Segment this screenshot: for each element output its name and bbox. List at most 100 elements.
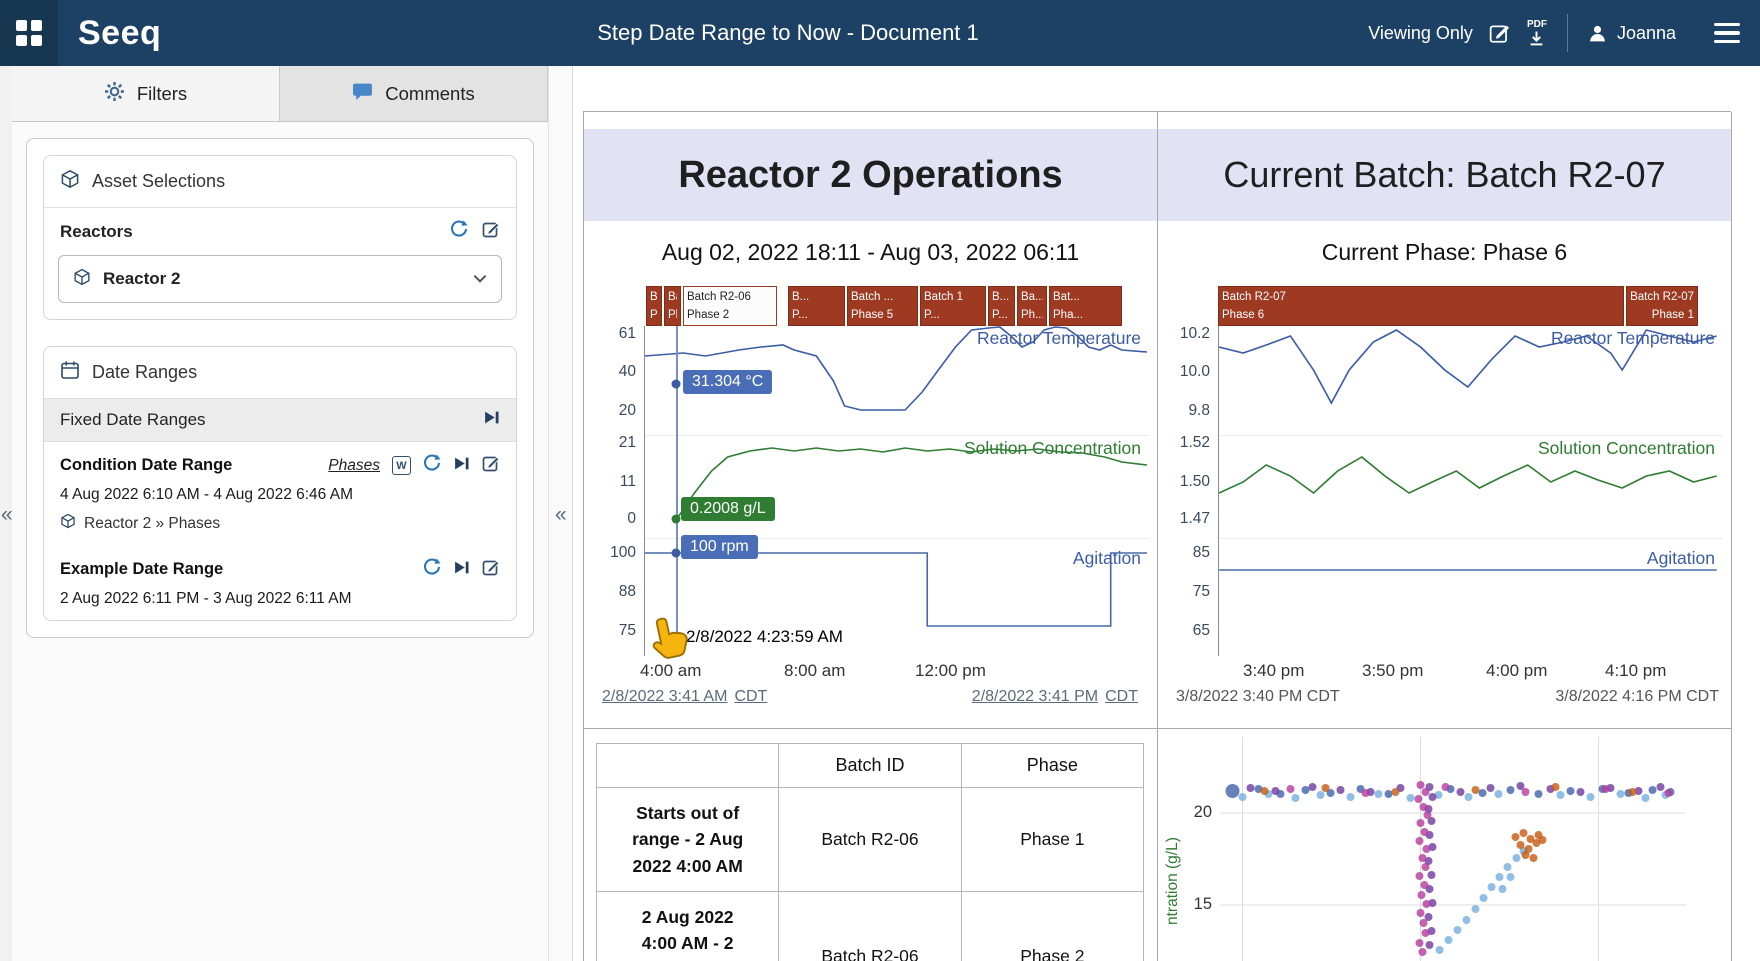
x-axis: 4:00 am 8:00 am 12:00 pm (644, 656, 1149, 684)
batch-capsule: BP (646, 286, 662, 326)
batch-capsule: Batch R2-06Phase 2 (683, 286, 777, 326)
step-to-end-icon[interactable] (483, 409, 500, 431)
asset-selections-card: Asset Selections Reactors (43, 155, 517, 320)
viewing-only-label: Viewing Only (1368, 23, 1473, 44)
fixed-date-ranges-label: Fixed Date Ranges (60, 410, 206, 430)
table-batch-cell: Batch R2-06 (779, 788, 961, 892)
comment-bubble-icon (352, 82, 373, 106)
asset-group-label: Reactors (60, 222, 133, 242)
range-end-label: 3/8/2022 4:16 PM CDT (1555, 688, 1719, 706)
asset-dropdown[interactable]: Reactor 2 (58, 255, 502, 303)
user-menu[interactable]: Joanna (1588, 23, 1676, 44)
tab-comments[interactable]: Comments (280, 66, 548, 121)
range-start-link[interactable]: 2/8/2022 3:41 AM (602, 688, 727, 705)
date-range-value: 2 Aug 2022 6:11 PM - 3 Aug 2022 6:11 AM (60, 590, 500, 608)
edit-icon[interactable] (482, 454, 500, 477)
tab-filters-label: Filters (137, 83, 187, 105)
timezone-link[interactable]: CDT (734, 688, 767, 705)
table-phase-cell: Phase 1 (961, 788, 1143, 892)
batch-capsule: BaPh (664, 286, 681, 326)
cursor-point (672, 549, 681, 558)
phases-link[interactable]: Phases (328, 457, 380, 475)
cell-reactor-operations: Reactor 2 Operations Aug 02, 2022 18:11 … (584, 112, 1158, 729)
right-section-title: Current Batch: Batch R2-07 (1223, 154, 1665, 196)
trend-chart-right[interactable]: Batch R2-07Phase 6Batch R2-07Phase 1 10.… (1170, 286, 1723, 706)
table-header-row: Batch ID Phase (597, 744, 1144, 788)
asset-selections-title: Asset Selections (92, 171, 225, 192)
filters-panel: Asset Selections Reactors (26, 138, 534, 638)
worksheet-badge-icon[interactable]: W (392, 456, 411, 475)
sidebar-collapse-icon[interactable]: « (555, 504, 567, 525)
fixed-date-ranges-header: Fixed Date Ranges (44, 398, 516, 442)
collapse-left-icon[interactable]: « (1, 504, 13, 525)
concentration-line (1219, 457, 1717, 493)
chevron-down-icon (473, 270, 487, 288)
capsule-lane[interactable]: BPBaPhBatch R2-06Phase 2B...P...Batch ..… (644, 286, 1149, 326)
y-axis: 61 40 20 21 11 0 100 88 75 (596, 326, 644, 656)
concentration-series-label: Solution Concentration (1538, 438, 1715, 459)
table-header-cell: Phase (961, 744, 1143, 788)
batch-capsule: Batch 1P... (920, 286, 986, 326)
top-bar: Seeq Step Date Range to Now - Document 1… (0, 0, 1760, 66)
agitation-line (645, 553, 1147, 626)
temperature-series-label: Reactor Temperature (977, 328, 1141, 349)
user-icon (1588, 24, 1607, 43)
concentration-tooltip: 0.2008 g/L (681, 497, 775, 521)
cube-icon (73, 268, 91, 291)
plot-area[interactable]: Reactor Temperature Solution Concentrati… (1218, 326, 1723, 656)
document-area: Reactor 2 Operations Aug 02, 2022 18:11 … (572, 66, 1760, 961)
step-to-end-icon[interactable] (453, 559, 470, 581)
table-range-cell: Starts out of range - 2 Aug 2022 4:00 AM (597, 788, 779, 892)
edit-icon[interactable] (482, 220, 500, 243)
plot-area[interactable]: Reactor Temperature Solution Concentrati… (644, 326, 1149, 656)
batch-capsule: B...P... (788, 286, 845, 326)
range-end-link[interactable]: 2/8/2022 3:41 PM (972, 688, 1098, 705)
calendar-icon (60, 360, 80, 385)
capsule-lane[interactable]: Batch R2-07Phase 6Batch R2-07Phase 1 (1218, 286, 1723, 326)
scatter-plot-area[interactable] (1218, 737, 1688, 961)
sidebar-collapse-rail: « (548, 66, 572, 961)
topbar-divider (1567, 14, 1568, 52)
user-name: Joanna (1617, 23, 1676, 44)
cell-batch-table: Batch ID Phase Starts out of range - 2 A… (584, 729, 1158, 961)
refresh-icon[interactable] (423, 454, 441, 477)
asset-dropdown-value: Reactor 2 (103, 269, 180, 289)
cell-current-batch: Current Batch: Batch R2-07 Current Phase… (1158, 112, 1732, 729)
date-range-name: Example Date Range (60, 560, 223, 579)
temperature-tooltip: 31.304 °C (683, 370, 772, 394)
edit-icon[interactable] (482, 558, 500, 581)
document-grid: Reactor 2 Operations Aug 02, 2022 18:11 … (583, 111, 1731, 961)
scatter-chart[interactable]: ntration (g/L) 20 15 (1164, 737, 1731, 961)
batch-capsule: B...P... (988, 286, 1015, 326)
table-phase-cell: Phase 2 (961, 891, 1143, 961)
table-header-cell: Batch ID (779, 744, 961, 788)
pdf-export-icon[interactable]: PDF (1527, 20, 1547, 46)
right-section-subtitle: Current Phase: Phase 6 (1158, 239, 1731, 266)
seeq-logo: Seeq (78, 14, 161, 53)
timezone-link[interactable]: CDT (1105, 688, 1138, 705)
tab-comments-label: Comments (385, 83, 474, 105)
edit-document-icon[interactable] (1489, 22, 1511, 44)
cell-scatter-plot: ntration (g/L) 20 15 (1158, 729, 1732, 961)
gear-icon (104, 81, 125, 107)
date-range-value: 4 Aug 2022 6:10 AM - 4 Aug 2022 6:46 AM (60, 486, 500, 504)
tab-filters[interactable]: Filters (12, 66, 280, 121)
y-axis: 10.2 10.0 9.8 1.52 1.50 1.47 85 75 65 (1170, 326, 1218, 656)
apps-grid-icon (16, 20, 42, 46)
step-to-end-icon[interactable] (453, 455, 470, 477)
cursor-point (672, 380, 681, 389)
table-row: Starts out of range - 2 Aug 2022 4:00 AM… (597, 788, 1144, 892)
trend-chart-left[interactable]: BPBaPhBatch R2-06Phase 2B...P...Batch ..… (596, 286, 1149, 706)
date-range-asset-path: Reactor 2 » Phases (84, 515, 220, 533)
date-range-item: Condition Date Range Phases W (44, 442, 516, 546)
table-range-cell: 2 Aug 2022 4:00 AM - 2 Aug 2022 5:00 AM (597, 891, 779, 961)
apps-grid-button[interactable] (0, 0, 58, 66)
date-range-item: Example Date Range (44, 546, 516, 620)
refresh-icon[interactable] (450, 220, 468, 243)
hamburger-menu-icon[interactable] (1714, 23, 1740, 44)
date-ranges-title: Date Ranges (92, 362, 197, 383)
refresh-icon[interactable] (423, 558, 441, 581)
scatter-y-axis-label: ntration (g/L) (1164, 781, 1182, 961)
batch-capsule: Ba...Ph... (1017, 286, 1047, 326)
table-header-cell (597, 744, 779, 788)
